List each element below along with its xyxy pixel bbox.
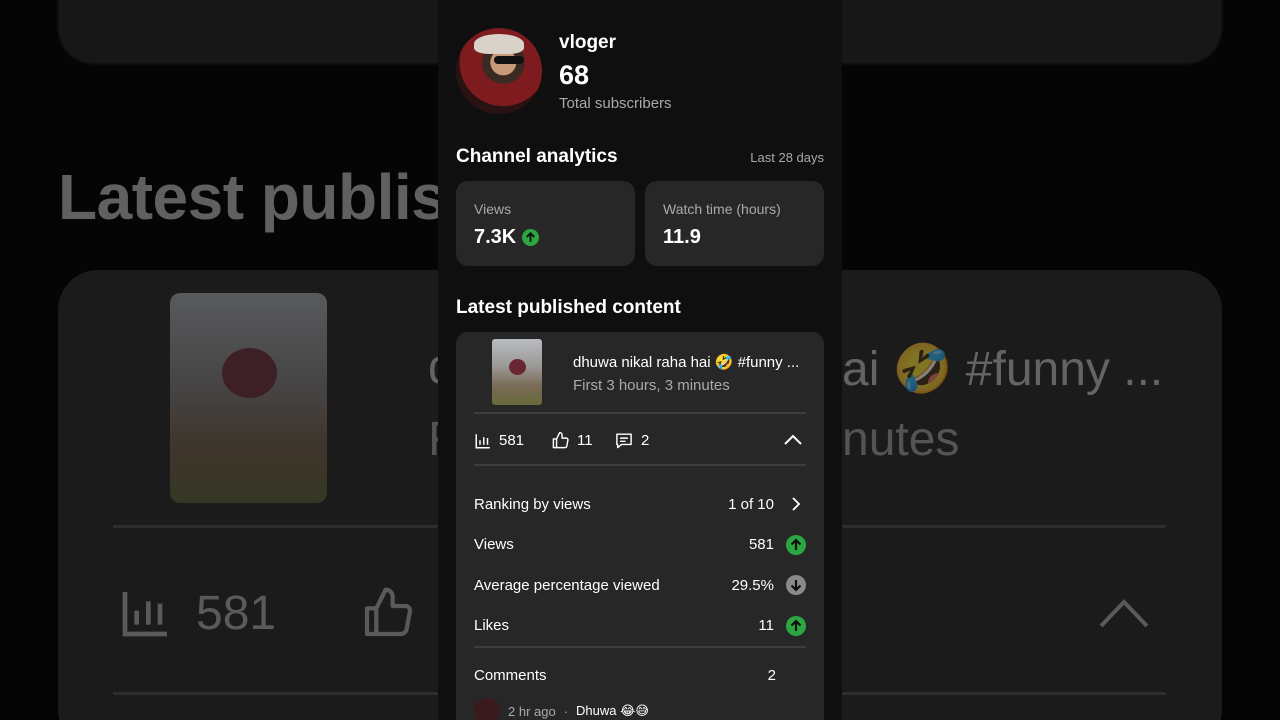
stat-row-label: Views (474, 536, 514, 554)
separator-dot: · (563, 703, 569, 719)
background-views-value: 581 (196, 586, 277, 640)
stat-row-value: 581 (748, 536, 774, 554)
channel-info: vloger 68 Total subscribers (559, 32, 672, 114)
stat-row-label: Likes (474, 617, 510, 635)
comment-icon (616, 433, 632, 449)
stat-row-value: 1 of 10 (728, 495, 774, 513)
studio-panel: vloger 68 Total subscribers Channel anal… (438, 0, 842, 720)
chevron-up-icon (784, 434, 802, 445)
arrow-up-icon (786, 615, 806, 636)
video-text: dhuwa nikal raha hai 🤣 #funny ... First … (573, 353, 799, 405)
latest-title: Latest published content (456, 297, 681, 318)
views-value: 7.3K (474, 226, 517, 248)
analytics-cards: Views 7.3K Watch time (hours) 11.9 (456, 181, 824, 266)
metric-comments: 2 (614, 431, 649, 450)
divider (474, 412, 806, 414)
metric-views: 581 (474, 432, 551, 450)
comment-preview[interactable]: 2 hr ago · Dhuwa 😂😅 (474, 698, 649, 720)
stat-row-value: 11 (758, 617, 774, 635)
analytics-header: Channel analytics Last 28 days (456, 146, 824, 168)
channel-avatar[interactable] (456, 28, 542, 114)
collapse-button[interactable] (784, 432, 802, 450)
stat-row-views: Views 581 (474, 525, 806, 566)
latest-header: Latest published content (456, 297, 824, 319)
comment-text: Dhuwa 😂😅 (576, 703, 649, 718)
background-like-stat (360, 585, 416, 646)
watch-time-card[interactable]: Watch time (hours) 11.9 (645, 181, 824, 266)
stat-row-likes: Likes 11 (474, 606, 806, 647)
stat-row-value: 29.5% (731, 576, 774, 594)
video-row[interactable]: dhuwa nikal raha hai 🤣 #funny ... First … (492, 339, 799, 405)
comments-count: 2 (767, 667, 776, 684)
background-thumbnail (170, 293, 327, 503)
video-metrics: 581 11 2 (474, 431, 806, 450)
stat-row-label: Average percentage viewed (474, 576, 660, 594)
watch-time-label: Watch time (hours) (663, 201, 781, 217)
comment-time: 2 hr ago (508, 703, 556, 719)
views-label: Views (474, 201, 512, 217)
commenter-avatar (474, 698, 500, 720)
background-chevron-up-icon (1098, 596, 1150, 635)
metric-views-value: 581 (499, 432, 525, 449)
divider (474, 464, 806, 466)
thumbs-up-icon (364, 587, 413, 637)
subscriber-label: Total subscribers (559, 95, 672, 112)
background-views-stat: 581 (118, 585, 276, 641)
stat-row-ranking[interactable]: Ranking by views 1 of 10 (474, 484, 806, 525)
views-card[interactable]: Views 7.3K (456, 181, 635, 266)
arrow-down-icon (786, 575, 806, 596)
arrow-up-icon (522, 229, 540, 246)
arrow-up-icon (786, 534, 806, 555)
stat-row-avg-viewed: Average percentage viewed 29.5% (474, 565, 806, 606)
stat-row-label: Ranking by views (474, 495, 591, 513)
video-stats-list: Ranking by views 1 of 10 Views 581 Avera… (474, 484, 806, 646)
views-value-row: 7.3K (474, 226, 617, 249)
latest-content-card: dhuwa nikal raha hai 🤣 #funny ... First … (456, 332, 824, 720)
divider (474, 646, 806, 648)
bar-chart-icon (122, 592, 167, 637)
video-title[interactable]: dhuwa nikal raha hai 🤣 #funny ... (573, 353, 799, 371)
background-heading: Latest publis (58, 161, 447, 233)
comments-row[interactable]: Comments 2 (474, 667, 806, 684)
comments-label: Comments (474, 667, 547, 684)
analytics-period: Last 28 days (750, 150, 824, 165)
background-title-right: ai 🤣 #funny ... (842, 343, 1164, 396)
channel-header: vloger 68 Total subscribers (456, 28, 672, 114)
watch-time-value: 11.9 (663, 226, 701, 248)
bar-chart-icon (475, 433, 490, 448)
analytics-title: Channel analytics (456, 146, 618, 167)
metric-likes-value: 11 (577, 432, 593, 449)
chevron-right-icon (786, 494, 806, 514)
thumbs-up-icon (552, 431, 569, 449)
metric-likes: 11 (551, 431, 614, 450)
background-subtitle-right: nutes (842, 413, 960, 466)
metric-comments-value: 2 (641, 432, 650, 449)
video-period: First 3 hours, 3 minutes (573, 377, 730, 394)
video-thumbnail[interactable] (492, 339, 542, 405)
subscriber-count: 68 (559, 60, 590, 90)
channel-name: vloger (559, 32, 617, 53)
